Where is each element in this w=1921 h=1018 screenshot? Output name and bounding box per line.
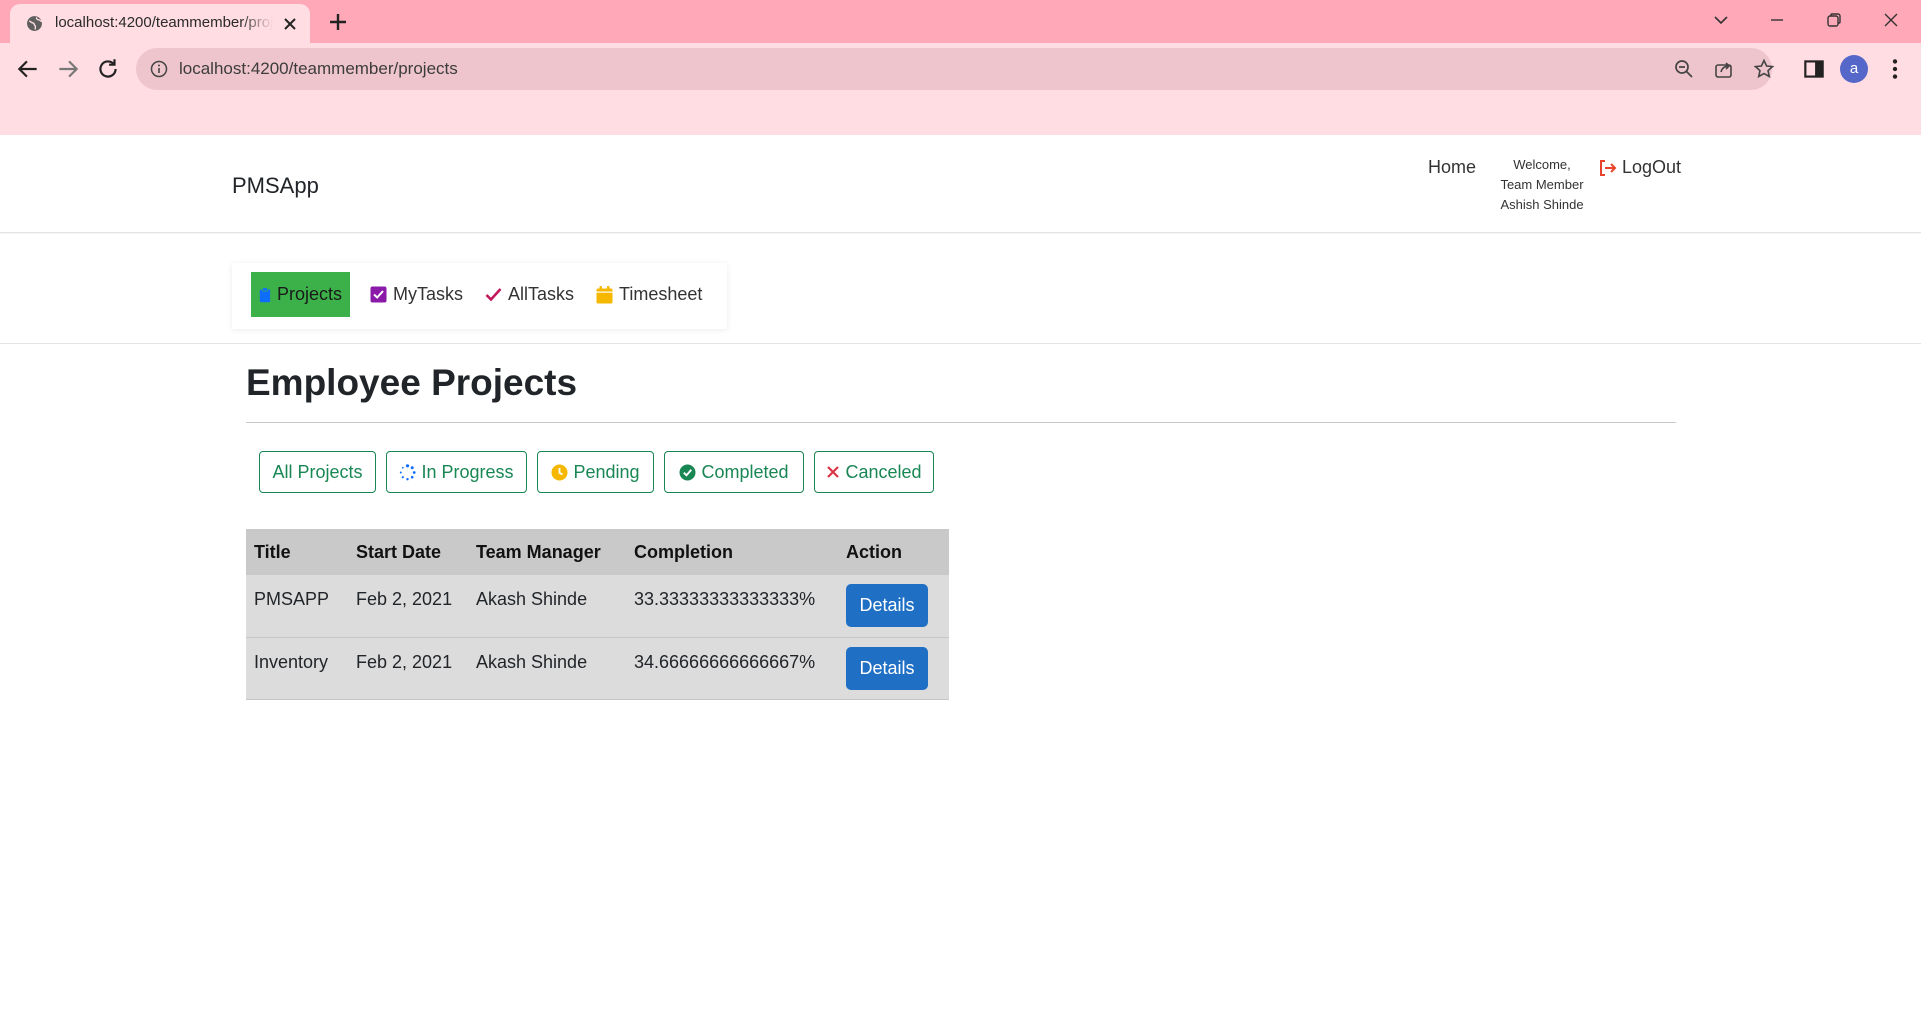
subnav-label: MyTasks: [393, 284, 464, 304]
filter-pending-button[interactable]: Pending: [537, 451, 654, 493]
subnav-alltasks[interactable]: AllTasks: [477, 272, 582, 317]
welcome-user: Ashish Shinde: [1500, 197, 1584, 212]
filter-label: All Projects: [272, 461, 363, 482]
profile-avatar[interactable]: a: [1840, 55, 1868, 83]
browser-chrome: localhost:4200/teammember/projects: [0, 0, 1921, 135]
cell-action: Details: [838, 575, 949, 638]
tab-title: localhost:4200/teammember/projects: [55, 14, 273, 31]
url-text: localhost:4200/teammember/projects: [179, 59, 458, 78]
filter-all-projects-button[interactable]: All Projects: [259, 451, 376, 493]
logout-icon: [1600, 159, 1617, 176]
check-icon: [485, 288, 502, 302]
side-panel-icon[interactable]: [1801, 56, 1827, 82]
browser-tab[interactable]: localhost:4200/teammember/projects: [10, 4, 310, 43]
filter-label: Pending: [573, 461, 640, 482]
details-button[interactable]: Details: [846, 584, 928, 627]
welcome-role: Team Member: [1500, 177, 1584, 192]
clipboard-icon: [259, 286, 271, 302]
logout-label: LogOut: [1622, 157, 1682, 177]
filter-in-progress-button[interactable]: In Progress: [386, 451, 527, 493]
subnav-timesheet[interactable]: Timesheet: [588, 272, 710, 317]
welcome-line: Welcome,: [1513, 157, 1571, 172]
x-icon: [827, 466, 840, 478]
bookmark-star-icon[interactable]: [1753, 58, 1775, 80]
cell-start-date: Feb 2, 2021: [348, 637, 468, 700]
cell-action: Details: [838, 637, 949, 700]
cell-title: PMSAPP: [246, 575, 348, 638]
welcome-text: Welcome, Team Member Ashish Shinde: [1494, 155, 1590, 215]
close-window-icon[interactable]: [1879, 8, 1903, 32]
cell-start-date: Feb 2, 2021: [348, 575, 468, 638]
cell-completion: 33.33333333333333%: [626, 575, 838, 638]
back-icon[interactable]: [15, 56, 41, 82]
reload-icon[interactable]: [95, 56, 121, 82]
logout-link[interactable]: LogOut: [1598, 157, 1681, 178]
new-tab-icon[interactable]: [326, 10, 350, 34]
table-header-row: Title Start Date Team Manager Completion…: [246, 529, 949, 575]
subnav: Projects MyTasks AllTasks Timesheet: [232, 263, 727, 329]
subnav-label: Timesheet: [619, 284, 703, 304]
calendar-icon: [596, 285, 613, 303]
cell-title: Inventory: [246, 637, 348, 700]
zoom-icon[interactable]: [1673, 58, 1695, 80]
subnav-label: AllTasks: [508, 284, 575, 304]
projects-table: Title Start Date Team Manager Completion…: [246, 529, 949, 700]
subnav-section: Projects MyTasks AllTasks Timesheet: [0, 234, 1921, 344]
divider: [246, 422, 1676, 423]
checkbox-icon: [370, 286, 387, 303]
menu-dots-icon[interactable]: [1882, 56, 1908, 82]
close-tab-icon[interactable]: [280, 14, 300, 34]
nav-home-link[interactable]: Home: [1428, 157, 1476, 178]
cell-completion: 34.66666666666667%: [626, 637, 838, 700]
forward-icon[interactable]: [55, 56, 81, 82]
cell-manager: Akash Shinde: [468, 575, 626, 638]
filter-completed-button[interactable]: Completed: [664, 451, 804, 493]
table-row: PMSAPP Feb 2, 2021 Akash Shinde 33.33333…: [246, 575, 949, 638]
cell-manager: Akash Shinde: [468, 637, 626, 700]
app-navbar: PMSApp Home Welcome, Team Member Ashish …: [0, 135, 1921, 233]
subnav-label: Projects: [276, 284, 342, 304]
details-button[interactable]: Details: [846, 646, 928, 690]
site-info-icon[interactable]: [150, 60, 168, 78]
table-row: Inventory Feb 2, 2021 Akash Shinde 34.66…: [246, 637, 949, 700]
subnav-projects[interactable]: Projects: [251, 272, 350, 317]
tab-strip: localhost:4200/teammember/projects: [0, 0, 1921, 43]
page-title: Employee Projects: [246, 362, 578, 403]
filter-canceled-button[interactable]: Canceled: [814, 451, 934, 493]
share-icon[interactable]: [1713, 58, 1735, 80]
filter-label: In Progress: [421, 461, 514, 482]
tab-search-chevron-icon[interactable]: [1709, 8, 1733, 32]
restore-icon[interactable]: [1822, 8, 1846, 32]
spinner-icon: [400, 463, 417, 480]
browser-toolbar: localhost:4200/teammember/projects a: [0, 43, 1921, 95]
subnav-mytasks[interactable]: MyTasks: [362, 272, 471, 317]
filter-label: Canceled: [845, 461, 922, 482]
clock-icon: [551, 464, 568, 480]
header-completion: Completion: [626, 529, 838, 575]
header-action: Action: [838, 529, 949, 575]
address-bar[interactable]: localhost:4200/teammember/projects: [136, 48, 1775, 90]
header-title: Title: [246, 529, 348, 575]
header-start-date: Start Date: [348, 529, 468, 575]
check-circle-icon: [679, 464, 696, 480]
filter-label: Completed: [701, 461, 789, 482]
header-team-manager: Team Manager: [468, 529, 626, 575]
brand[interactable]: PMSApp: [232, 173, 319, 199]
minimize-icon[interactable]: [1765, 8, 1789, 32]
globe-icon: [27, 16, 42, 31]
